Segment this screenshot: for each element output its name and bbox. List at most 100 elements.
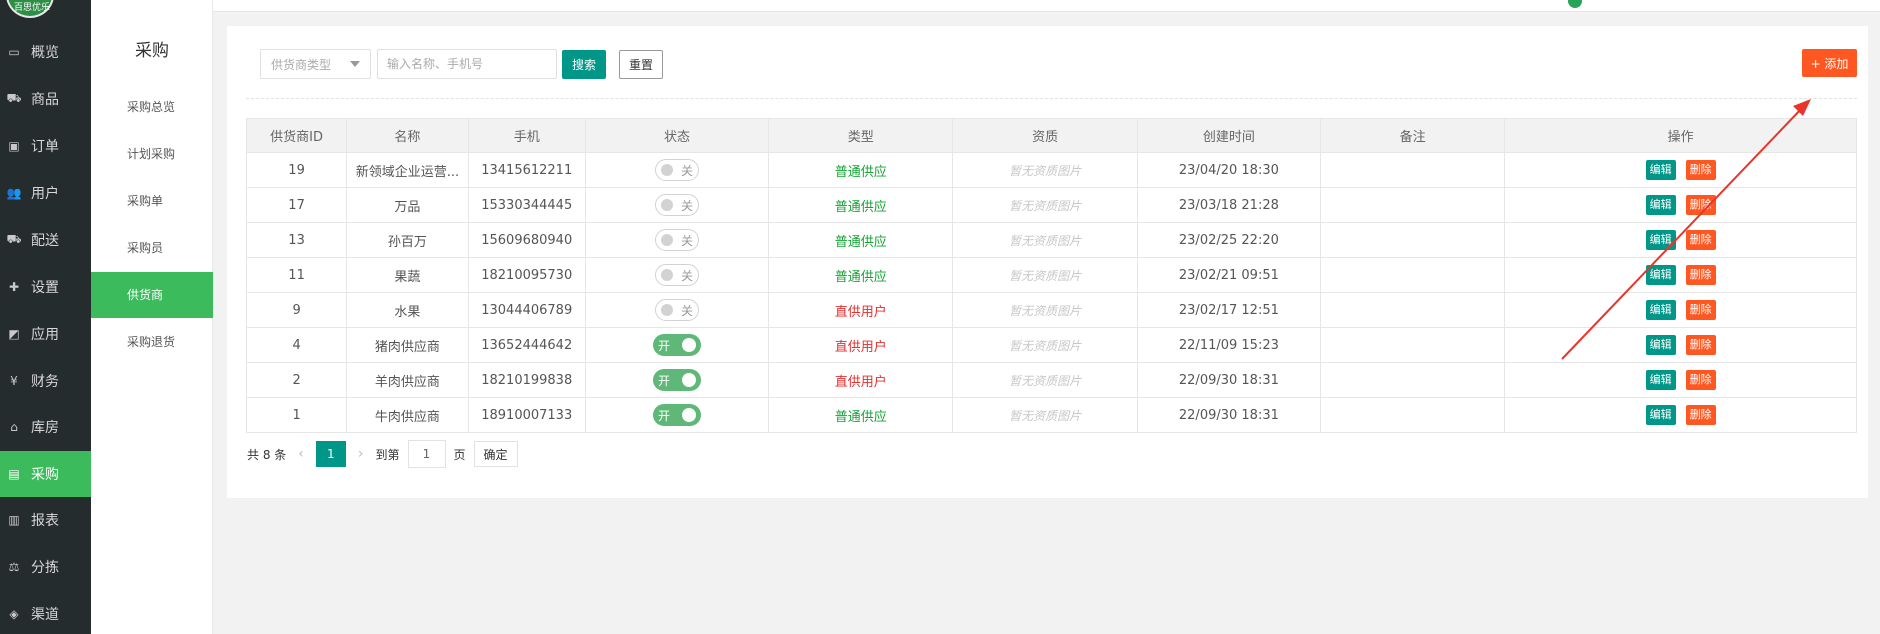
cell-id: 11 [245, 257, 348, 293]
delete-button[interactable]: 删除 [1685, 335, 1716, 355]
cell-qualification: 暂无资质图片 [952, 187, 1138, 223]
nav-item-0[interactable]: ▭ 概览 [0, 29, 91, 75]
subnav-item-1[interactable]: 计划采购 [91, 131, 213, 177]
status-toggle[interactable]: 开 [652, 404, 701, 426]
cell-created-time: 23/02/21 09:51 [1136, 257, 1322, 293]
box-icon: ◈ [9, 607, 19, 621]
cell-name: 羊肉供应商 [346, 362, 469, 398]
cell-id: 4 [245, 327, 348, 363]
supplier-table: 供货商ID 名称 手机 状态 类型 资质 创建时间 备注 操作 19 新领域企业运营... 1341… [245, 118, 1857, 433]
cell-created-time: 23/03/18 21:28 [1136, 187, 1322, 223]
status-toggle[interactable]: 关 [654, 194, 699, 216]
edit-button[interactable]: 编辑 [1645, 230, 1676, 250]
edit-button[interactable]: 编辑 [1645, 300, 1676, 320]
nav-item-label: 订单 [31, 139, 59, 155]
app-icon: ◩ [8, 327, 20, 341]
goto-confirm-button[interactable]: 确定 [473, 441, 518, 467]
column-header: 名称 [346, 118, 469, 153]
nav-item-9[interactable]: ▤ 采购 [0, 451, 91, 497]
delete-button[interactable]: 删除 [1685, 230, 1716, 250]
subnav-item-2[interactable]: 采购单 [91, 178, 213, 224]
cell-status: 开 [584, 397, 770, 433]
cell-note [1320, 152, 1506, 188]
subnav-item-4[interactable]: 供货商 [91, 272, 213, 318]
current-page-button[interactable]: 1 [315, 441, 346, 467]
search-button[interactable]: 搜索 [562, 49, 606, 79]
status-toggle[interactable]: 开 [652, 369, 701, 391]
nav-item-8[interactable]: ⌂ 库房 [0, 404, 91, 450]
subnav-item-3[interactable]: 采购员 [91, 225, 213, 271]
nav-item-label: 财务 [31, 374, 59, 390]
cell-phone: 13652444642 [467, 327, 586, 363]
cell-note [1320, 187, 1506, 223]
cell-note [1320, 292, 1506, 328]
nav-item-label: 用户 [31, 186, 59, 202]
nav-item-3[interactable]: 👥 用户 [0, 170, 91, 216]
cell-created-time: 22/09/30 18:31 [1136, 397, 1322, 433]
nav-item-5[interactable]: ✚ 设置 [0, 264, 91, 310]
nav-item-label: 采购 [31, 467, 59, 483]
supplier-type-select[interactable]: 供货商类型 [260, 49, 371, 79]
cell-status: 关 [584, 222, 770, 258]
table-row: 19 新领域企业运营... 13415612211 关 普通供应 暂无资质图片 23/04/… [245, 152, 1857, 188]
nav-item-label: 商品 [31, 92, 59, 108]
nav-item-7[interactable]: ¥ 财务 [0, 358, 91, 404]
goto-page-input[interactable] [407, 440, 446, 468]
delete-button[interactable]: 删除 [1685, 160, 1716, 180]
cell-name: 孙百万 [346, 222, 469, 258]
yen-icon: ¥ [10, 374, 18, 388]
delete-button[interactable]: 删除 [1685, 265, 1716, 285]
cell-note [1320, 222, 1506, 258]
cell-status: 关 [584, 292, 770, 328]
cell-name: 牛肉供应商 [346, 397, 469, 433]
subnav-item-0[interactable]: 采购总览 [91, 84, 213, 130]
cell-status: 开 [584, 362, 770, 398]
cell-actions: 编辑 删除 [1504, 397, 1857, 433]
nav-item-1[interactable]: ⛟ 商品 [0, 76, 91, 122]
status-toggle[interactable]: 关 [654, 159, 699, 181]
subnav-title: 采购 [135, 41, 169, 61]
scale-icon: ⚖ [8, 560, 20, 574]
edit-button[interactable]: 编辑 [1645, 405, 1676, 425]
delete-button[interactable]: 删除 [1685, 195, 1716, 215]
user-avatar-icon[interactable] [1568, 0, 1582, 8]
supplier-type-placeholder: 供货商类型 [271, 57, 332, 72]
nav-item-label: 应用 [31, 327, 59, 343]
edit-button[interactable]: 编辑 [1645, 265, 1676, 285]
cell-type: 直供用户 [768, 327, 954, 363]
nav-item-11[interactable]: ⚖ 分拣 [0, 544, 91, 590]
status-toggle[interactable]: 关 [654, 264, 699, 286]
search-input[interactable] [377, 49, 557, 79]
column-header: 手机 [467, 118, 586, 153]
prev-page-icon[interactable]: ‹ [298, 446, 304, 462]
nav-item-label: 设置 [31, 280, 59, 296]
status-toggle[interactable]: 开 [652, 334, 701, 356]
edit-button[interactable]: 编辑 [1645, 195, 1676, 215]
nav-item-10[interactable]: ▥ 报表 [0, 497, 91, 543]
sub-sidebar: 采购 采购总览 计划采购 采购单 采购员 供货商 采购退货 [91, 0, 213, 634]
status-toggle[interactable]: 关 [654, 299, 699, 321]
cell-name: 万品 [346, 187, 469, 223]
edit-button[interactable]: 编辑 [1645, 335, 1676, 355]
nav-item-6[interactable]: ◩ 应用 [0, 311, 91, 357]
status-toggle[interactable]: 关 [654, 229, 699, 251]
cell-qualification: 暂无资质图片 [952, 397, 1138, 433]
add-supplier-button[interactable]: + 添加 [1802, 49, 1857, 77]
cell-created-time: 23/02/25 22:20 [1136, 222, 1322, 258]
delete-button[interactable]: 删除 [1685, 300, 1716, 320]
delete-button[interactable]: 删除 [1685, 405, 1716, 425]
filter-toolbar: 供货商类型 搜索 重置 [260, 49, 663, 79]
nav-item-2[interactable]: ▣ 订单 [0, 123, 91, 169]
nav-item-label: 配送 [31, 233, 59, 249]
edit-button[interactable]: 编辑 [1645, 370, 1676, 390]
subnav-item-5[interactable]: 采购退货 [91, 319, 213, 365]
next-page-icon[interactable]: › [358, 446, 364, 462]
nav-item-4[interactable]: ⛟ 配送 [0, 217, 91, 263]
reset-button[interactable]: 重置 [619, 49, 663, 79]
edit-button[interactable]: 编辑 [1645, 160, 1676, 180]
monitor-icon: ▭ [8, 45, 20, 59]
delete-button[interactable]: 删除 [1685, 370, 1716, 390]
nav-item-12[interactable]: ◈ 渠道 [0, 591, 91, 634]
cell-phone: 15609680940 [467, 222, 586, 258]
goto-label: 到第 [375, 447, 400, 462]
